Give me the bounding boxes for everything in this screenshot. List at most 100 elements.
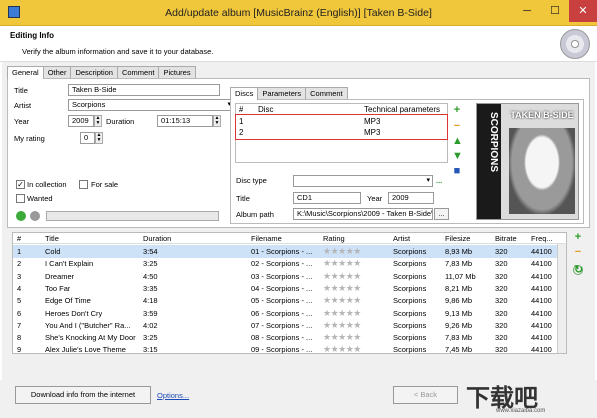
track-freq: 44100 — [531, 271, 552, 281]
rating-input[interactable]: 0 — [80, 132, 95, 144]
add-track-icon[interactable]: + — [573, 232, 583, 243]
duration-input[interactable]: 01:15:13 — [157, 115, 213, 127]
browse-button[interactable]: ... — [434, 208, 449, 220]
table-row[interactable]: 7 You And I ("Butcher" Ra... 4:02 07 - Scor… — [13, 319, 557, 332]
col-rating[interactable]: Rating — [323, 233, 345, 244]
page-subtitle: Verify the album information and save it… — [22, 47, 214, 56]
col-artist[interactable]: Artist — [393, 233, 410, 244]
track-bitrate: 320 — [495, 247, 508, 256]
track-artist: Scorpions — [393, 320, 427, 330]
table-row[interactable]: 4 Too Far 3:35 04 - Scorpions - ... Scorpion… — [13, 282, 557, 295]
table-row[interactable]: 1 Cold 3:54 01 - Scorpions - ... Scorpions 8,… — [13, 245, 557, 258]
disc-type-more[interactable]: ... — [436, 176, 442, 185]
table-row[interactable]: 2 I Can't Explain 3:25 02 - Scorpions - ...… — [13, 257, 557, 270]
in-collection-checkbox[interactable]: ✓ — [16, 180, 25, 189]
title-input[interactable]: Taken B-Side — [68, 84, 220, 96]
tab-comment[interactable]: Comment — [116, 66, 160, 78]
refresh-tracks-icon[interactable]: ↻ — [573, 265, 583, 276]
download-info-button[interactable]: Download info from the internet — [15, 386, 151, 404]
track-rating-stars[interactable]: ★★★★★ — [323, 320, 361, 331]
save-icon[interactable]: ■ — [452, 166, 462, 177]
track-filesize: 7,45 Mb — [445, 345, 473, 355]
tracks-scrollbar[interactable] — [557, 244, 566, 353]
col-bitrate[interactable]: Bitrate — [495, 233, 517, 244]
table-row[interactable]: 9 Alex Julie's Love Theme 3:15 09 - Scorpio… — [13, 343, 557, 356]
tab-discs[interactable]: Discs — [230, 87, 259, 100]
disc-row-params[interactable]: MP3 — [364, 117, 380, 126]
tab-general[interactable]: General — [7, 66, 44, 79]
options-link[interactable]: Options... — [157, 391, 189, 400]
for-sale-checkbox[interactable] — [79, 180, 88, 189]
track-num: 6 — [17, 308, 22, 318]
close-button[interactable]: ✕ — [569, 0, 597, 22]
maximize-button[interactable]: ☐ — [541, 0, 569, 22]
table-row[interactable]: 3 Dreamer 4:50 03 - Scorpions - ... Scorpion… — [13, 270, 557, 283]
disc-type-select[interactable] — [293, 175, 433, 187]
album-path-input[interactable]: K:\Music\Scorpions\2009 - Taken B-Side\ — [293, 208, 433, 220]
track-filename: 09 - Scorpions - ... — [251, 345, 313, 355]
track-rating-stars[interactable]: ★★★★★ — [323, 344, 361, 355]
remove-disc-icon[interactable]: − — [452, 121, 462, 132]
move-down-icon[interactable]: ▼ — [452, 151, 463, 162]
move-up-icon[interactable]: ▲ — [452, 136, 463, 147]
track-rating-stars[interactable]: ★★★★★ — [323, 283, 361, 294]
tab-parameters[interactable]: Parameters — [257, 87, 307, 99]
track-bitrate: 320 — [495, 345, 508, 355]
col-title[interactable]: Title — [45, 233, 59, 244]
disc-row-num[interactable]: 1 — [239, 117, 243, 126]
artist-select[interactable]: Scorpions — [68, 99, 234, 111]
tab-description[interactable]: Description — [70, 66, 118, 78]
year-spinner[interactable]: ▲ ▼ — [94, 115, 102, 127]
track-duration: 4:02 — [143, 320, 158, 330]
tab-disc-comment[interactable]: Comment — [305, 87, 348, 99]
year-input[interactable]: 2009 — [68, 115, 94, 127]
tab-pictures[interactable]: Pictures — [158, 66, 196, 78]
table-row[interactable]: 5 Edge Of Time 4:18 05 - Scorpions - ... Sco… — [13, 294, 557, 307]
minimize-button[interactable]: ─ — [513, 0, 541, 22]
track-duration: 3:54 — [143, 247, 158, 256]
track-rating-stars[interactable]: ★★★★★ — [323, 246, 361, 257]
title-label: Title — [14, 86, 28, 95]
disc-year-input[interactable]: 2009 — [388, 192, 434, 204]
disc-title-input[interactable]: CD1 — [293, 192, 361, 204]
track-artist: Scorpions — [393, 271, 427, 281]
duration-spinner[interactable]: ▲ ▼ — [213, 115, 221, 127]
col-duration[interactable]: Duration — [143, 233, 171, 244]
back-button[interactable]: < Back — [393, 386, 458, 404]
track-bitrate: 320 — [495, 296, 508, 306]
track-rating-stars[interactable]: ★★★★★ — [323, 308, 361, 319]
remove-track-icon[interactable]: − — [573, 247, 583, 258]
play-icon[interactable] — [16, 211, 26, 221]
disc-row-params[interactable]: MP3 — [364, 128, 380, 137]
track-rating-stars[interactable]: ★★★★★ — [323, 332, 361, 343]
discs-table: # Disc Technical parameters 1 MP3 2 MP3 — [235, 103, 448, 163]
playback-progress[interactable] — [46, 211, 219, 221]
disc-row-num[interactable]: 2 — [239, 128, 243, 137]
year-label: Year — [14, 117, 30, 126]
col-num[interactable]: # — [17, 233, 21, 244]
album-cover[interactable]: SCORPIONS TAKEN B-SIDE — [476, 103, 579, 220]
track-duration: 3:25 — [143, 333, 158, 343]
track-filename: 01 - Scorpions - ... — [251, 247, 313, 256]
wanted-checkbox[interactable] — [16, 194, 25, 203]
table-row[interactable]: 6 Heroes Don't Cry 3:59 06 - Scorpions - ..… — [13, 307, 557, 320]
page-title: Editing Info — [10, 31, 54, 40]
stop-icon[interactable] — [30, 211, 40, 221]
track-bitrate: 320 — [495, 259, 508, 269]
col-freq[interactable]: Freq... — [531, 233, 553, 244]
rating-spinner[interactable]: ▲ ▼ — [95, 132, 103, 144]
track-duration: 4:50 — [143, 271, 158, 281]
add-disc-icon[interactable]: + — [452, 105, 462, 116]
disc-col-params: Technical parameters — [364, 105, 441, 114]
track-freq: 44100 — [531, 247, 552, 256]
in-collection-label: In collection — [27, 180, 67, 189]
track-rating-stars[interactable]: ★★★★★ — [323, 295, 361, 306]
track-rating-stars[interactable]: ★★★★★ — [323, 271, 361, 282]
col-filesize[interactable]: Filesize — [445, 233, 470, 244]
col-filename[interactable]: Filename — [251, 233, 282, 244]
track-rating-stars[interactable]: ★★★★★ — [323, 258, 361, 269]
track-freq: 44100 — [531, 345, 552, 355]
table-row[interactable]: 8 She's Knocking At My Door 3:25 08 - Scorp… — [13, 331, 557, 344]
tab-other[interactable]: Other — [42, 66, 72, 78]
track-duration: 3:35 — [143, 283, 158, 293]
